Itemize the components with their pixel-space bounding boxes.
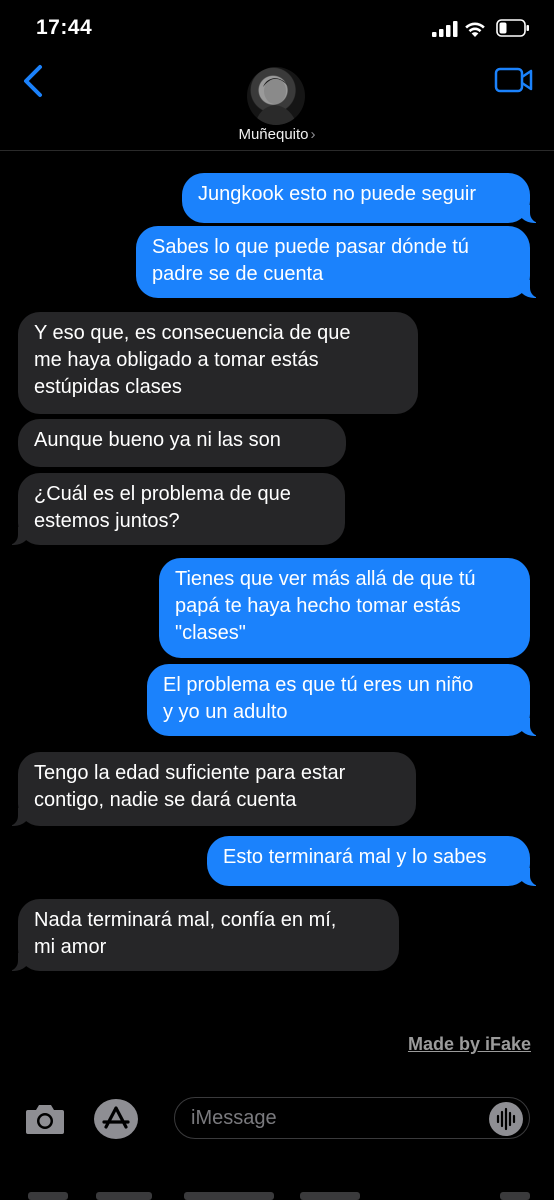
contact-name-button[interactable]: Muñequito › <box>0 126 554 143</box>
contact-name: Muñequito <box>238 126 309 143</box>
message-bubble-outgoing[interactable]: Esto terminará mal y lo sabes <box>207 836 542 886</box>
audio-waveform-icon[interactable] <box>489 1102 523 1136</box>
message-composer <box>0 1090 554 1152</box>
message-bubble-outgoing[interactable]: Sabes lo que puede pasar dónde tú padre … <box>136 226 542 298</box>
message-bubble-outgoing[interactable]: El problema es que tú eres un niño y yo … <box>147 664 542 736</box>
avatar[interactable] <box>247 67 305 125</box>
message-bubble-incoming[interactable]: Nada terminará mal, confía en mí, mi amo… <box>6 899 399 971</box>
message-bubble-outgoing[interactable]: Tienes que ver más allá de que tú papá t… <box>159 558 530 658</box>
waveform-glyph <box>496 1107 516 1131</box>
chevron-left-icon[interactable] <box>18 64 48 98</box>
video-camera-icon[interactable] <box>494 66 534 94</box>
app-store-icon[interactable] <box>94 1099 138 1139</box>
camera-icon[interactable] <box>24 1102 66 1136</box>
wifi-icon <box>465 22 485 37</box>
status-bar: 17:44 <box>0 0 554 56</box>
message-bubble-incoming[interactable]: Y eso que, es consecuencia de que me hay… <box>18 312 418 414</box>
message-bubble-outgoing[interactable]: Jungkook esto no puede seguir <box>182 173 542 223</box>
status-time: 17:44 <box>36 16 93 39</box>
imessage-input[interactable] <box>174 1097 530 1139</box>
message-bubble-incoming[interactable]: ¿Cuál es el problema de que estemos junt… <box>6 473 345 545</box>
chevron-right-icon: › <box>310 126 316 143</box>
avatar-photo <box>255 78 297 125</box>
app-store-glyph <box>102 1106 130 1129</box>
message-bubble-incoming[interactable]: Aunque bueno ya ni las son <box>18 419 346 467</box>
watermark: Made by iFake <box>407 1034 531 1054</box>
battery-low-icon <box>496 19 529 37</box>
cellular-signal-icon <box>432 21 458 37</box>
message-bubble-incoming[interactable]: Tengo la edad suficiente para estar cont… <box>6 752 416 826</box>
app-drawer-edge <box>28 1192 530 1200</box>
conversation-header: Muñequito › <box>0 56 554 151</box>
